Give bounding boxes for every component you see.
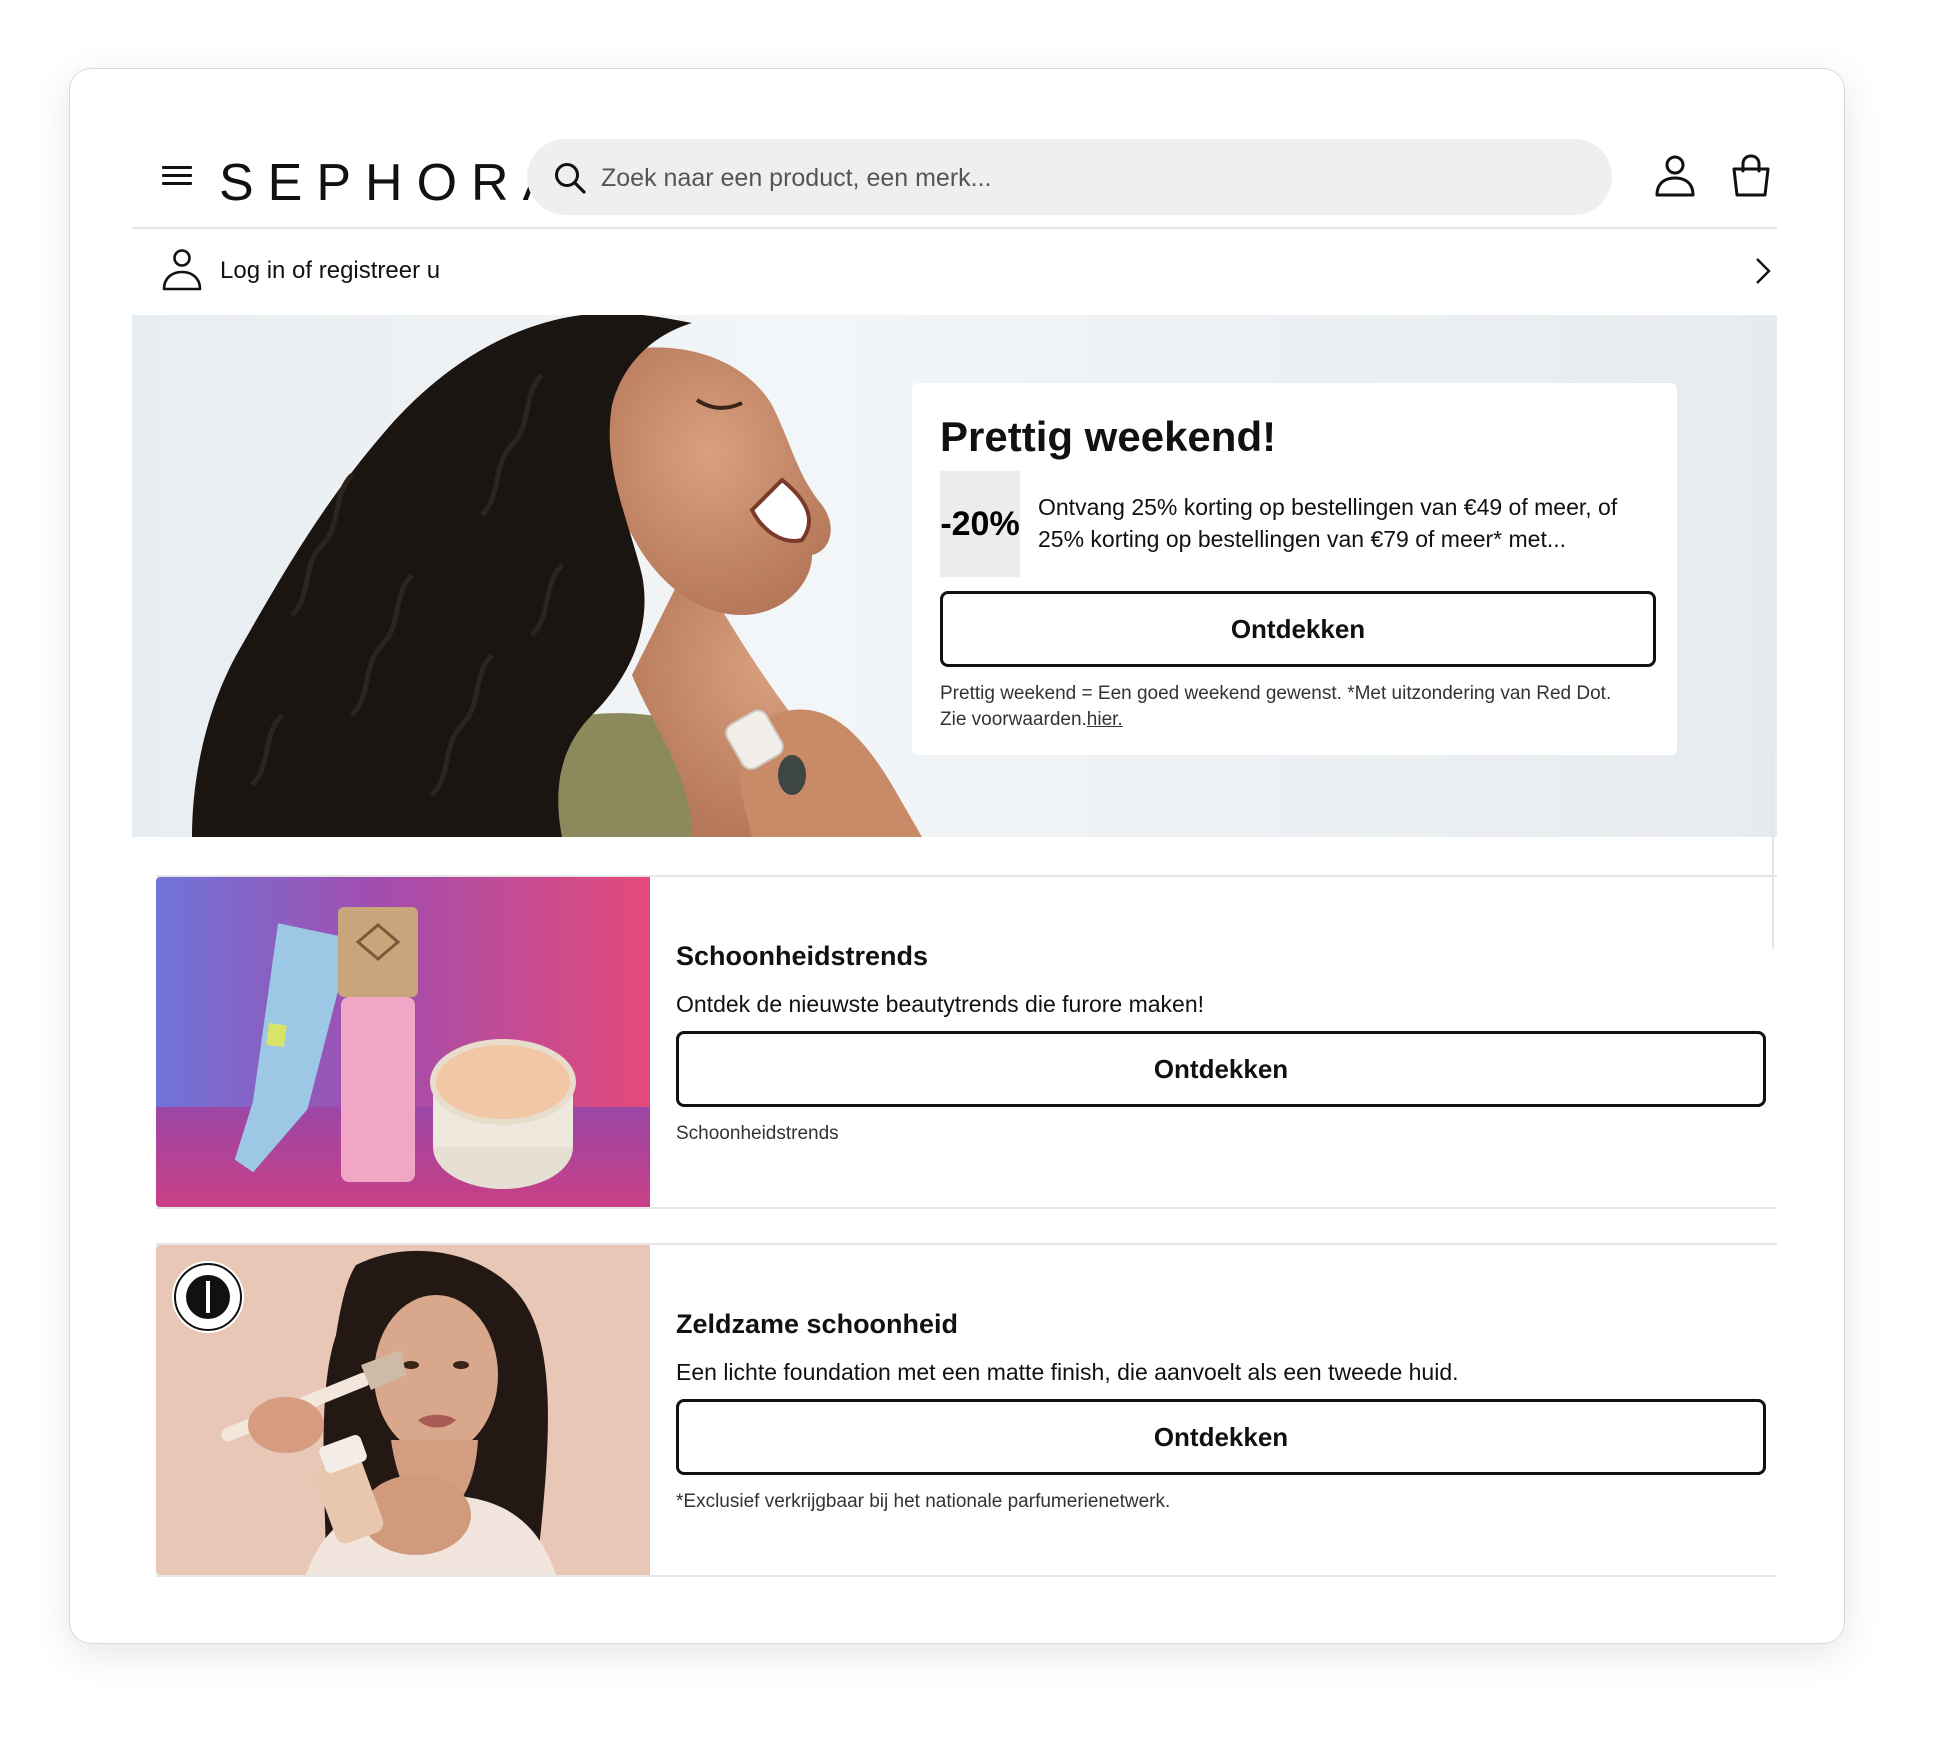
sephora-logo[interactable]: SEPHORA <box>219 153 571 213</box>
user-icon <box>162 249 202 291</box>
card-discover-button[interactable]: Ontdekken <box>676 1031 1766 1107</box>
promo-footnote: Prettig weekend = Een goed weekend gewen… <box>940 681 1640 733</box>
promo-title: Prettig weekend! <box>940 413 1277 460</box>
search-icon <box>555 163 586 194</box>
site-header: SEPHORA <box>132 137 1777 229</box>
menu-icon[interactable] <box>162 161 192 191</box>
card-discover-button[interactable]: Ontdekken <box>676 1399 1766 1475</box>
hero-banner[interactable]: Prettig weekend! -20% Ontvang 25% kortin… <box>132 315 1777 837</box>
content-card-rare-beauty[interactable]: Zeldzame schoonheid Een lichte foundatio… <box>156 1243 1777 1577</box>
chevron-right-icon <box>1756 258 1771 284</box>
login-row[interactable]: Log in of registreer u <box>132 227 1777 317</box>
promo-card: Prettig weekend! -20% Ontvang 25% kortin… <box>912 383 1677 755</box>
terms-link[interactable]: hier. <box>1087 709 1123 730</box>
promo-text: Ontvang 25% korting op bestellingen van … <box>1038 494 1618 552</box>
content-card-beauty-trends[interactable]: Schoonheidstrends Ontdek de nieuwste bea… <box>156 875 1777 1209</box>
card-description: Een lichte foundation met een matte fini… <box>676 1359 1459 1385</box>
browser-frame: SEPHORA Log in of r <box>69 68 1845 1644</box>
login-label[interactable]: Log in of registreer u <box>220 257 440 285</box>
card-title: Zeldzame schoonheid <box>676 1309 959 1339</box>
shopping-bag-icon[interactable] <box>1728 153 1774 199</box>
card-title: Schoonheidstrends <box>676 941 929 971</box>
card-footnote: Schoonheidstrends <box>676 1123 839 1144</box>
card-description: Ontdek de nieuwste beautytrends die furo… <box>676 991 1205 1017</box>
search-input[interactable] <box>599 155 1583 201</box>
page-content: SEPHORA Log in of r <box>132 69 1777 1643</box>
promo-footnote-text: Prettig weekend = Een goed weekend gewen… <box>940 683 1612 730</box>
account-icon[interactable] <box>1652 153 1698 199</box>
discount-badge-text: -20% <box>940 504 1020 543</box>
search-bar[interactable] <box>527 139 1612 215</box>
beauty-trends-image <box>156 877 650 1207</box>
discount-badge: -20% <box>940 471 1020 577</box>
rare-beauty-image <box>156 1245 650 1575</box>
promo-discover-button[interactable]: Ontdekken <box>940 591 1656 667</box>
hero-photo <box>192 315 922 837</box>
card-footnote: *Exclusief verkrijgbaar bij het national… <box>676 1491 1171 1512</box>
